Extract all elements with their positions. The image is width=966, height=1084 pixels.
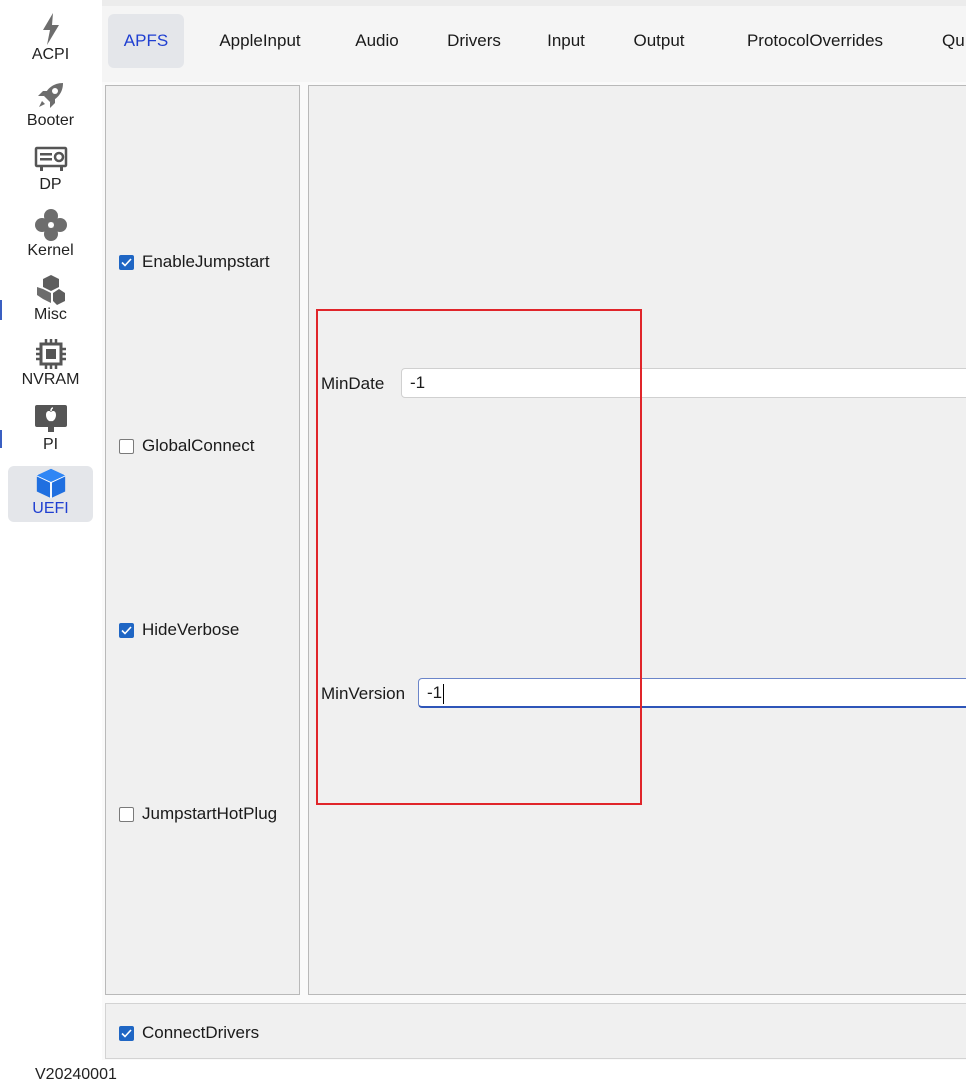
checkbox-checked [119, 622, 134, 638]
sidebar-item-pi[interactable]: PI [8, 402, 93, 454]
sidebar-item-label: ACPI [31, 46, 70, 63]
version-label: V20240001 [35, 1066, 117, 1083]
checkbox-checked [119, 254, 134, 270]
apfs-options-panel: EnableJumpstart GlobalConnect HideVerbos… [105, 85, 300, 995]
chip-icon [34, 337, 68, 371]
enable-jumpstart-checkbox[interactable]: EnableJumpstart [119, 252, 270, 272]
sidebar-item-label: PI [42, 436, 59, 453]
min-version-value: -1 [427, 683, 443, 702]
bolt-icon [34, 12, 68, 46]
sidebar-item-label: NVRAM [21, 371, 80, 388]
uefi-bottom-panel: ConnectDrivers [105, 1003, 966, 1059]
cube-icon [34, 466, 68, 500]
min-version-label: MinVersion [321, 684, 406, 703]
sidebar: ACPI Booter DP Kernel Misc NVRAM PI UEFI [0, 0, 102, 1060]
tab-input[interactable]: Input [538, 14, 594, 68]
min-date-label: MinDate [321, 374, 385, 393]
min-date-input[interactable]: -1 [401, 368, 966, 398]
global-connect-checkbox[interactable]: GlobalConnect [119, 436, 254, 456]
sidebar-item-uefi[interactable]: UEFI [8, 466, 93, 522]
tab-appleinput[interactable]: AppleInput [206, 14, 314, 68]
text-caret [443, 683, 445, 704]
sidebar-item-acpi[interactable]: ACPI [8, 12, 93, 64]
rocket-icon [34, 78, 68, 112]
tab-output[interactable]: Output [626, 14, 692, 68]
apple-monitor-icon [34, 402, 68, 436]
tab-audio[interactable]: Audio [346, 14, 408, 68]
sidebar-item-label: Misc [34, 306, 67, 323]
connect-drivers-checkbox[interactable]: ConnectDrivers [119, 1023, 259, 1043]
min-date-value: -1 [410, 373, 426, 392]
checkbox-unchecked [119, 438, 134, 454]
tab-apfs[interactable]: APFS [108, 14, 184, 68]
checkbox-checked [119, 1025, 134, 1041]
sidebar-item-misc[interactable]: Misc [8, 272, 93, 324]
kernel-icon [34, 208, 68, 242]
edge-marker [0, 300, 2, 320]
sidebar-item-label: UEFI [32, 500, 69, 517]
cubes-icon [34, 272, 68, 306]
apfs-fields-panel [308, 85, 966, 995]
hide-verbose-checkbox[interactable]: HideVerbose [119, 620, 239, 640]
tab-protocoloverrides[interactable]: ProtocolOverrides [740, 14, 890, 68]
graphics-card-icon [34, 142, 68, 176]
tab-bar: APFS AppleInput Audio Drivers Input Outp… [102, 0, 966, 82]
sidebar-item-label: DP [39, 176, 62, 193]
edge-marker [0, 430, 2, 448]
checkbox-label: ConnectDrivers [142, 1023, 260, 1042]
sidebar-item-label: Booter [26, 112, 75, 129]
checkbox-label: JumpstartHotPlug [142, 804, 278, 823]
sidebar-item-label: Kernel [27, 242, 74, 259]
sidebar-item-dp[interactable]: DP [8, 142, 93, 194]
jumpstart-hotplug-checkbox[interactable]: JumpstartHotPlug [119, 804, 277, 824]
tab-quirks[interactable]: Qu [942, 14, 966, 68]
tab-drivers[interactable]: Drivers [438, 14, 510, 68]
sidebar-item-kernel[interactable]: Kernel [8, 208, 93, 260]
checkbox-label: HideVerbose [142, 620, 240, 639]
min-version-input[interactable]: -1 [418, 678, 966, 708]
checkbox-unchecked [119, 806, 134, 822]
checkbox-label: EnableJumpstart [142, 252, 270, 271]
checkbox-label: GlobalConnect [142, 436, 255, 455]
sidebar-item-nvram[interactable]: NVRAM [8, 337, 93, 389]
sidebar-item-booter[interactable]: Booter [8, 78, 93, 130]
